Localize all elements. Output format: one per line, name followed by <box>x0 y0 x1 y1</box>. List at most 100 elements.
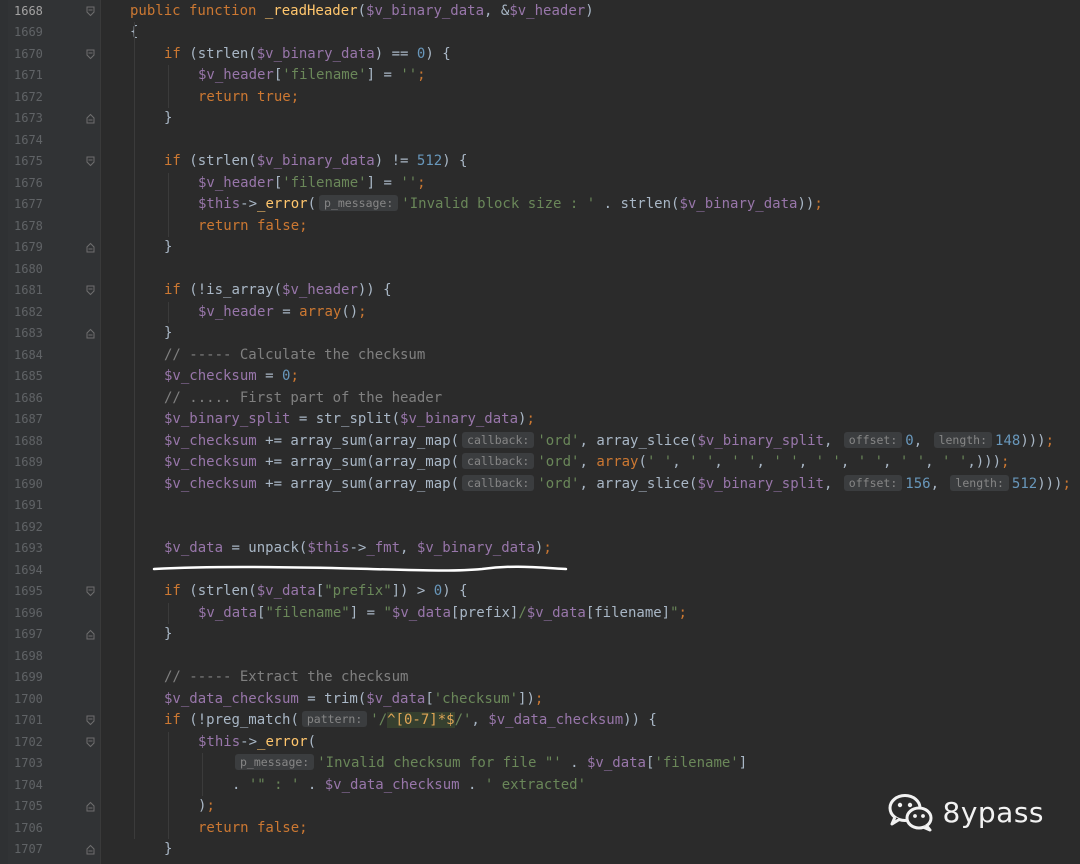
fold-open-icon[interactable] <box>84 151 96 173</box>
line-number: 1669 <box>14 25 43 39</box>
code-line[interactable]: 1693 $v_data = unpack($this->_fmt, $v_bin… <box>0 538 1080 560</box>
fold-open-icon[interactable] <box>84 732 96 754</box>
watermark: 8ypass <box>887 792 1045 832</box>
code-text[interactable]: $v_header['filename'] = ''; <box>198 173 426 195</box>
code-text[interactable]: return false; <box>198 216 308 238</box>
code-line[interactable]: 1700 $v_data_checksum = trim($v_data['che… <box>0 689 1080 711</box>
code-line[interactable]: 1683} <box>0 323 1080 345</box>
code-text[interactable]: // ----- Extract the checksum <box>164 667 408 689</box>
code-line[interactable]: 1692 <box>0 517 1080 539</box>
code-text[interactable]: if (!preg_match(pattern: '/^[0-7]*$/', $v… <box>164 710 657 732</box>
code-text[interactable]: } <box>164 237 172 259</box>
fold-close-icon[interactable] <box>84 108 96 130</box>
code-line[interactable]: 1670 if (strlen($v_binary_data) == 0) { <box>0 44 1080 66</box>
code-text[interactable]: } <box>164 624 172 646</box>
code-text[interactable]: } <box>164 108 172 130</box>
line-number: 1704 <box>14 777 43 792</box>
code-editor[interactable]: 1668 public function _readHeader($v_binar… <box>0 0 1080 864</box>
code-text[interactable]: return true; <box>198 87 299 109</box>
code-line[interactable]: 1697} <box>0 624 1080 646</box>
line-number: 1707 <box>14 842 43 856</box>
code-line[interactable]: 1690 $v_checksum += array_sum(array_map(c… <box>0 474 1080 496</box>
code-text[interactable]: . '" : ' . $v_data_checksum . ' extracte… <box>232 775 586 797</box>
code-text[interactable]: if (strlen($v_data["prefix"]) > 0) { <box>164 581 468 603</box>
fold-open-icon[interactable] <box>84 1 96 23</box>
code-line[interactable]: 1681 if (!is_array($v_header)) { <box>0 280 1080 302</box>
line-number: 1677 <box>14 197 43 211</box>
fold-close-icon[interactable] <box>84 796 96 818</box>
code-line[interactable]: 1702 $this->_error( <box>0 732 1080 754</box>
code-line[interactable]: 1669{ <box>0 22 1080 44</box>
fold-open-icon[interactable] <box>84 280 96 302</box>
code-text[interactable]: public function _readHeader($v_binary_da… <box>130 1 594 23</box>
code-line[interactable]: 1701 if (!preg_match(pattern: '/^[0-7]*$/'… <box>0 710 1080 732</box>
code-text[interactable]: $v_checksum += array_sum(array_map(callb… <box>164 431 1054 453</box>
line-number: 1696 <box>14 605 43 620</box>
code-text[interactable]: $v_header['filename'] = ''; <box>198 65 426 87</box>
code-line[interactable]: 1687 $v_binary_split = str_split($v_binar… <box>0 409 1080 431</box>
indent-guide <box>168 65 169 108</box>
code-line[interactable]: 1707} <box>0 839 1080 861</box>
code-line[interactable]: 1668 public function _readHeader($v_binar… <box>0 1 1080 23</box>
code-text[interactable]: $v_checksum += array_sum(array_map(callb… <box>164 452 1009 474</box>
code-line[interactable]: 1673} <box>0 108 1080 130</box>
code-line[interactable]: 1677 $this->_error(p_message: 'Invalid blo… <box>0 194 1080 216</box>
code-text[interactable]: if (strlen($v_binary_data) != 512) { <box>164 151 468 173</box>
code-text[interactable]: ); <box>198 796 215 818</box>
code-line[interactable]: 1678 return false; <box>0 216 1080 238</box>
line-number: 1673 <box>14 111 43 125</box>
code-text[interactable]: if (!is_array($v_header)) { <box>164 280 392 302</box>
line-number: 1694 <box>14 562 43 577</box>
code-line[interactable]: 1682 $v_header = array(); <box>0 302 1080 324</box>
code-text[interactable]: // ..... First part of the header <box>164 388 442 410</box>
line-number: 1678 <box>14 218 43 233</box>
code-line[interactable]: 1672 return true; <box>0 87 1080 109</box>
code-line[interactable]: 1699 // ----- Extract the checksum <box>0 667 1080 689</box>
code-line[interactable]: 1680 <box>0 259 1080 281</box>
code-line[interactable]: 1671 $v_header['filename'] = ''; <box>0 65 1080 87</box>
fold-close-icon[interactable] <box>84 839 96 861</box>
code-text[interactable]: $this->_error(p_message: 'Invalid block s… <box>198 194 823 216</box>
code-line[interactable]: 1676 $v_header['filename'] = ''; <box>0 173 1080 195</box>
code-line[interactable]: 1675 if (strlen($v_binary_data) != 512) { <box>0 151 1080 173</box>
fold-open-icon[interactable] <box>84 710 96 732</box>
code-line[interactable]: 1691 <box>0 495 1080 517</box>
code-text[interactable]: $v_data = unpack($this->_fmt, $v_binary_… <box>164 538 552 560</box>
code-text[interactable]: $v_binary_split = str_split($v_binary_da… <box>164 409 535 431</box>
fold-close-icon[interactable] <box>84 323 96 345</box>
line-number: 1680 <box>14 261 43 276</box>
code-text[interactable]: $v_checksum = 0; <box>164 366 299 388</box>
code-text[interactable]: // ----- Calculate the checksum <box>164 345 425 367</box>
code-line[interactable]: 1679} <box>0 237 1080 259</box>
code-line[interactable]: 1686 // ..... First part of the header <box>0 388 1080 410</box>
code-text[interactable]: $v_data["filename"] = "$v_data[prefix]/$… <box>198 603 687 625</box>
code-text[interactable]: p_message: 'Invalid checksum for file "' … <box>232 753 747 775</box>
line-number: 1685 <box>14 369 43 383</box>
code-line[interactable]: 1696 $v_data["filename"] = "$v_data[prefi… <box>0 603 1080 625</box>
code-text[interactable]: if (strlen($v_binary_data) == 0) { <box>164 44 451 66</box>
code-line[interactable]: 1685 $v_checksum = 0; <box>0 366 1080 388</box>
code-text[interactable]: return false; <box>198 818 308 840</box>
code-text[interactable]: $v_data_checksum = trim($v_data['checksu… <box>164 689 543 711</box>
line-number: 1688 <box>14 433 43 448</box>
line-number: 1684 <box>14 347 43 362</box>
fold-close-icon[interactable] <box>84 237 96 259</box>
code-line[interactable]: 1684 // ----- Calculate the checksum <box>0 345 1080 367</box>
line-number: 1705 <box>14 799 43 813</box>
code-line[interactable]: 1703 p_message: 'Invalid checksum for file… <box>0 753 1080 775</box>
fold-close-icon[interactable] <box>84 624 96 646</box>
line-number: 1686 <box>14 390 43 405</box>
code-text[interactable]: } <box>164 323 172 345</box>
code-text[interactable]: $this->_error( <box>198 732 316 754</box>
code-line[interactable]: 1689 $v_checksum += array_sum(array_map(c… <box>0 452 1080 474</box>
code-line[interactable]: 1695 if (strlen($v_data["prefix"]) > 0) { <box>0 581 1080 603</box>
fold-open-icon[interactable] <box>84 581 96 603</box>
code-text[interactable]: } <box>164 839 172 861</box>
code-line[interactable]: 1688 $v_checksum += array_sum(array_map(c… <box>0 431 1080 453</box>
fold-open-icon[interactable] <box>84 44 96 66</box>
code-line[interactable]: 1698 <box>0 646 1080 668</box>
code-line[interactable]: 1674 <box>0 130 1080 152</box>
code-text[interactable]: $v_header = array(); <box>198 302 367 324</box>
watermark-text: 8ypass <box>942 795 1044 829</box>
code-text[interactable]: $v_checksum += array_sum(array_map(callb… <box>164 474 1071 496</box>
